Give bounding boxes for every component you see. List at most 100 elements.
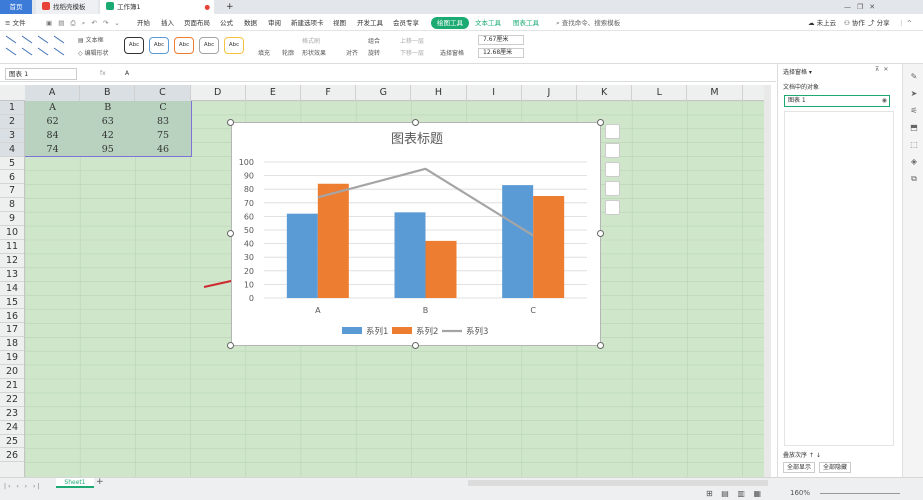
group-button[interactable]: 组合 xyxy=(368,36,380,45)
column-header-i[interactable]: I xyxy=(467,85,522,101)
chart-filter-icon[interactable] xyxy=(605,162,620,177)
cell-b4[interactable]: 95 xyxy=(80,143,135,157)
row-header-16[interactable]: 16 xyxy=(0,310,24,324)
width-input[interactable]: 12.68厘米 xyxy=(478,48,524,58)
sheet-tab-sheet1[interactable]: Sheet1 xyxy=(56,478,94,488)
row-header-20[interactable]: 20 xyxy=(0,365,24,379)
ribbon-tab[interactable]: 图表工具 xyxy=(513,17,539,29)
column-header-g[interactable]: G xyxy=(356,85,412,101)
hide-all-button[interactable]: 全部隐藏 xyxy=(819,462,851,473)
row-header-12[interactable]: 12 xyxy=(0,254,24,268)
column-header-k[interactable]: K xyxy=(577,85,633,101)
column-header-h[interactable]: H xyxy=(411,85,467,101)
tab-workbook[interactable]: 工作簿1 ● xyxy=(100,0,214,14)
cell-a4[interactable]: 74 xyxy=(25,143,80,157)
column-header-c[interactable]: C xyxy=(135,85,191,101)
line-shapes-gallery[interactable] xyxy=(4,34,72,60)
restore-icon[interactable]: ❐ xyxy=(857,3,869,11)
cell-c3[interactable]: 75 xyxy=(135,129,190,143)
resize-handle[interactable] xyxy=(227,230,234,237)
shape-style-5[interactable]: Abc xyxy=(224,37,244,54)
show-all-button[interactable]: 全部显示 xyxy=(783,462,815,473)
cell-b1[interactable]: B xyxy=(80,101,135,115)
shape-style-3[interactable]: Abc xyxy=(174,37,194,54)
row-header-25[interactable]: 25 xyxy=(0,435,24,449)
cell-b2[interactable]: 63 xyxy=(80,115,135,129)
shape-style-1[interactable]: Abc xyxy=(124,37,144,54)
row-header-14[interactable]: 14 xyxy=(0,282,24,296)
selection-pane-button[interactable]: 选择窗格 xyxy=(440,48,464,57)
collab-button[interactable]: ⚇ 协作 xyxy=(844,17,865,29)
row-header-21[interactable]: 21 xyxy=(0,379,24,393)
eye-icon[interactable]: ◉ xyxy=(882,96,887,106)
chart-idea-icon[interactable] xyxy=(605,200,620,215)
ribbon-tab[interactable]: 视图 xyxy=(333,17,346,29)
align-button[interactable]: 对齐 xyxy=(346,48,358,57)
ribbon-tab[interactable]: 绘图工具 xyxy=(431,17,469,29)
tab-template[interactable]: 找稻壳模板 xyxy=(36,0,98,14)
name-box[interactable]: 图表 1 xyxy=(5,68,77,80)
column-header-d[interactable]: D xyxy=(191,85,246,101)
row-header-1[interactable]: 1 xyxy=(0,101,24,115)
row-header-4[interactable]: 4 xyxy=(0,142,24,157)
row-header-10[interactable]: 10 xyxy=(0,226,24,240)
resize-handle[interactable] xyxy=(412,342,419,349)
row-header-24[interactable]: 24 xyxy=(0,421,24,435)
resize-handle[interactable] xyxy=(227,119,234,126)
ribbon-tab[interactable]: 新建选项卡 xyxy=(291,17,324,29)
shape-effect-button[interactable]: 形状效果 xyxy=(302,48,326,57)
ribbon-tab[interactable]: 审阅 xyxy=(268,17,281,29)
row-header-2[interactable]: 2 xyxy=(0,114,24,129)
view-mode-icons[interactable]: ⊞ ▤ ▥ ▦ xyxy=(706,489,764,498)
column-header-j[interactable]: J xyxy=(522,85,577,101)
column-header-m[interactable]: M xyxy=(687,85,743,101)
cell-c4[interactable]: 46 xyxy=(135,143,190,157)
more-icon[interactable]: ⋮ ^ xyxy=(898,17,912,29)
close-panel-icon[interactable]: ✕ xyxy=(883,66,892,73)
row-header-8[interactable]: 8 xyxy=(0,198,24,213)
resize-handle[interactable] xyxy=(597,230,604,237)
row-header-5[interactable]: 5 xyxy=(0,157,24,171)
cell-a2[interactable]: 62 xyxy=(25,115,80,129)
row-header-7[interactable]: 7 xyxy=(0,184,24,199)
send-backward-button[interactable]: 下移一层 xyxy=(400,48,424,57)
format-painter-button[interactable]: 格式刷 xyxy=(302,36,320,45)
cell-a1[interactable]: A xyxy=(25,101,80,115)
column-header-a[interactable]: A xyxy=(25,85,81,101)
chart-settings-icon[interactable] xyxy=(605,181,620,196)
ribbon-tab[interactable]: 文本工具 xyxy=(475,17,501,29)
outline-button[interactable]: 轮廓 xyxy=(282,48,294,57)
chart-style-icon[interactable] xyxy=(605,143,620,158)
tab-home[interactable]: 首页 xyxy=(0,0,32,14)
row-header-26[interactable]: 26 xyxy=(0,449,24,463)
file-menu[interactable]: ≡ 文件 xyxy=(5,17,26,29)
ribbon-tab[interactable]: 开始 xyxy=(137,17,150,29)
ribbon-tab[interactable]: 插入 xyxy=(161,17,174,29)
row-header-15[interactable]: 15 xyxy=(0,296,24,310)
ribbon-tab[interactable]: 页面布局 xyxy=(184,17,210,29)
ribbon-tab[interactable]: 公式 xyxy=(220,17,233,29)
add-sheet-button[interactable]: + xyxy=(96,477,104,487)
command-search[interactable]: ⌕ 查找命令、搜索模板 xyxy=(556,17,620,29)
sidebar-tools[interactable]: ✎ ➤ ⚟ ⬒ ⬚ ◈ ⧉ xyxy=(908,68,920,187)
zoom-slider[interactable] xyxy=(820,493,900,494)
row-header-13[interactable]: 13 xyxy=(0,268,24,282)
column-header-e[interactable]: E xyxy=(246,85,301,101)
bring-forward-button[interactable]: 上移一层 xyxy=(400,36,424,45)
resize-handle[interactable] xyxy=(597,119,604,126)
resize-handle[interactable] xyxy=(227,342,234,349)
resize-handle[interactable] xyxy=(412,119,419,126)
column-header-l[interactable]: L xyxy=(632,85,688,101)
chart-object[interactable]: 图表标题 0 10 20 30 40 50 60 70 80 90 100 A B C 系列1 系列2 系列3 xyxy=(231,122,601,346)
row-header-3[interactable]: 3 xyxy=(0,128,24,143)
cell-c1[interactable]: C xyxy=(135,101,190,115)
row-header-18[interactable]: 18 xyxy=(0,337,24,352)
column-header-b[interactable]: B xyxy=(80,85,136,101)
close-window-icon[interactable]: ✕ xyxy=(869,3,881,11)
rotate-button[interactable]: 旋转 xyxy=(368,48,380,57)
ribbon-tab[interactable]: 开发工具 xyxy=(357,17,383,29)
shape-style-4[interactable]: Abc xyxy=(199,37,219,54)
ribbon-tab[interactable]: 会员专享 xyxy=(393,17,419,29)
formula-input[interactable]: A xyxy=(125,70,129,77)
row-header-11[interactable]: 11 xyxy=(0,240,24,254)
